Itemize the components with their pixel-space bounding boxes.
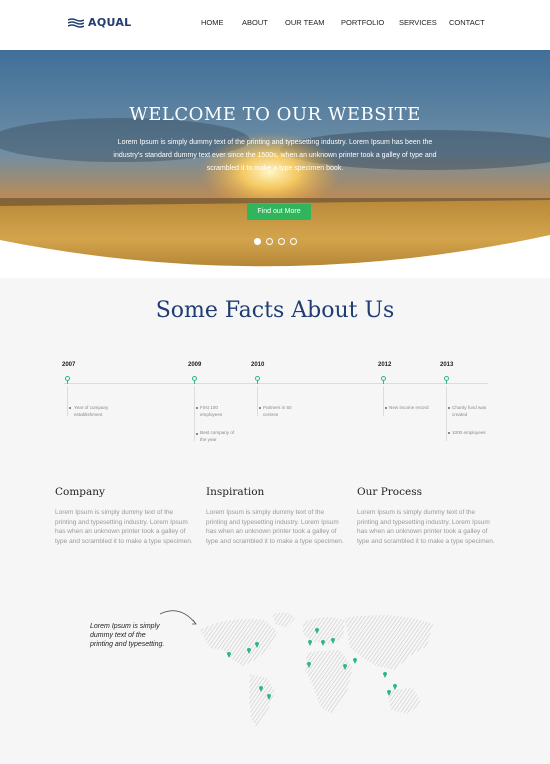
bullet xyxy=(259,407,261,409)
timeline-note: Charity fund was created xyxy=(452,405,487,417)
curved-arrow-icon xyxy=(159,610,197,625)
timeline-note: First 100 employees xyxy=(200,405,223,417)
hero-description: Lorem Ipsum is simply dummy text of the … xyxy=(113,139,437,172)
feature-column-our-process: Our Process Lorem Ipsum is simply dummy … xyxy=(357,486,497,546)
world-map-section: Lorem Ipsum is simply dummy text of the … xyxy=(0,600,550,764)
slider-dot-2[interactable] xyxy=(266,238,273,245)
main-menu: HOME ABOUT OUR TEAM PORTFOLIO SERVICES C… xyxy=(0,18,550,30)
timeline-stem xyxy=(257,386,258,416)
map-marker-icon xyxy=(353,658,357,664)
section-title: Some Facts About Us xyxy=(155,298,395,323)
bullet xyxy=(69,407,71,409)
timeline-stem xyxy=(446,386,447,441)
map-marker-icon xyxy=(321,640,325,646)
timeline-year: 2010 xyxy=(251,362,265,368)
map-pin-icon xyxy=(444,376,449,384)
nav-about[interactable]: ABOUT xyxy=(242,18,268,27)
nav-our-team[interactable]: OUR TEAM xyxy=(285,18,324,27)
slider-dot-1[interactable] xyxy=(254,238,261,245)
column-text: Lorem Ipsum is simply dummy text of the … xyxy=(206,509,344,545)
column-title: Our Process xyxy=(357,486,423,498)
timeline-note: Year of company establishment xyxy=(74,405,109,417)
timeline-note: 1000 employees xyxy=(452,430,486,435)
timeline-year: 2013 xyxy=(440,362,454,368)
slider-dot-3[interactable] xyxy=(278,238,285,245)
timeline-stem xyxy=(194,386,195,441)
map-pin-icon xyxy=(192,376,197,384)
timeline-year: 2007 xyxy=(62,362,76,368)
bullet xyxy=(196,433,198,435)
timeline-year: 2009 xyxy=(188,362,202,368)
slider-pagination xyxy=(254,238,302,245)
timeline-note: Partners in 50 centres xyxy=(263,405,292,417)
timeline-line xyxy=(64,383,488,384)
hero-title: WELCOME TO OUR WEBSITE xyxy=(129,104,421,125)
column-title: Inspiration xyxy=(206,486,265,498)
column-title: Company xyxy=(55,486,105,498)
column-text: Lorem Ipsum is simply dummy text of the … xyxy=(357,509,495,545)
map-marker-icon xyxy=(308,640,312,646)
hero-slider: WELCOME TO OUR WEBSITE Lorem Ipsum is si… xyxy=(0,50,550,278)
map-pin-icon xyxy=(255,376,260,384)
nav-services[interactable]: SERVICES xyxy=(399,18,437,27)
slider-dot-4[interactable] xyxy=(290,238,297,245)
bullet xyxy=(385,407,387,409)
feature-column-company: Company Lorem Ipsum is simply dummy text… xyxy=(55,486,195,546)
map-marker-icon xyxy=(393,684,397,690)
map-pin-icon xyxy=(381,376,386,384)
timeline-note: New income record xyxy=(389,405,429,410)
feature-column-inspiration: Inspiration Lorem Ipsum is simply dummy … xyxy=(206,486,346,546)
nav-portfolio[interactable]: PORTFOLIO xyxy=(341,18,384,27)
timeline-stem xyxy=(67,386,68,416)
top-navbar: AQUAL HOME ABOUT OUR TEAM PORTFOLIO SERV… xyxy=(0,0,550,50)
nav-contact[interactable]: CONTACT xyxy=(449,18,485,27)
column-text: Lorem Ipsum is simply dummy text of the … xyxy=(55,509,193,545)
timeline-year: 2012 xyxy=(378,362,392,368)
bullet xyxy=(448,432,450,434)
bullet xyxy=(448,407,450,409)
find-out-more-button[interactable]: Find out More xyxy=(247,204,311,220)
bullet xyxy=(196,407,198,409)
company-timeline: 2007 Year of company establishment 2009 … xyxy=(0,355,550,460)
map-pin-icon xyxy=(65,376,70,384)
timeline-note: Best company of the year xyxy=(200,430,235,442)
nav-home[interactable]: HOME xyxy=(201,18,224,27)
world-map xyxy=(200,612,433,728)
map-marker-icon xyxy=(383,672,387,678)
timeline-stem xyxy=(383,386,384,416)
